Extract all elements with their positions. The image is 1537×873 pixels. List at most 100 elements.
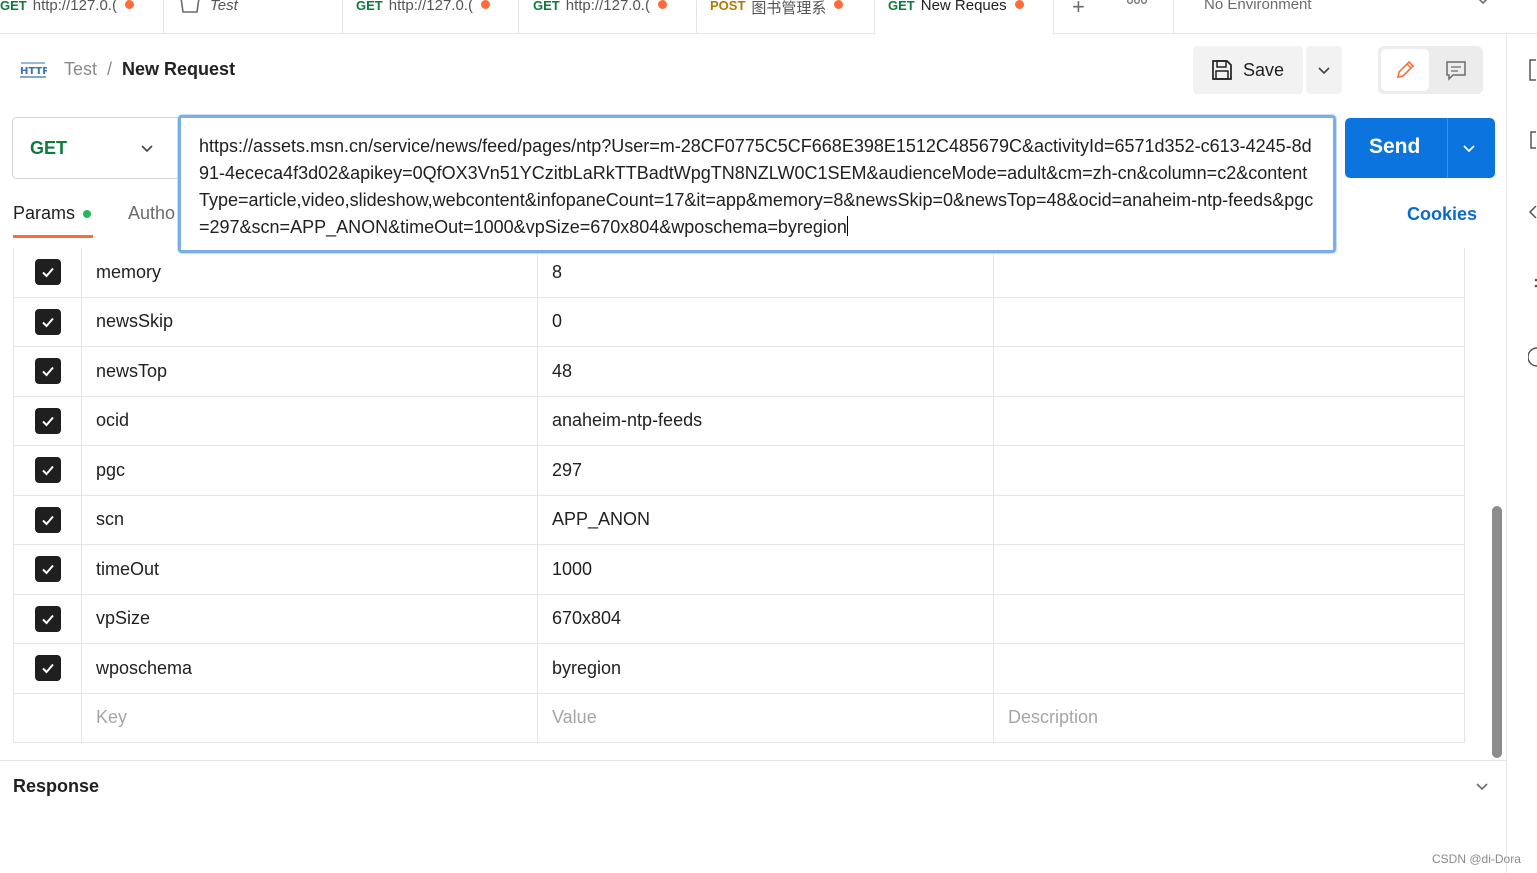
param-description[interactable] bbox=[994, 496, 1464, 545]
url-text: https://assets.msn.cn/service/news/feed/… bbox=[199, 136, 1314, 237]
url-input[interactable]: https://assets.msn.cn/service/news/feed/… bbox=[178, 115, 1336, 253]
param-value[interactable]: 48 bbox=[538, 347, 994, 396]
more-tabs-icon[interactable] bbox=[1126, 0, 1148, 8]
svg-text:HTTP: HTTP bbox=[20, 66, 47, 77]
request-tab-bar: GET http://127.0.( Test GET http://127.0… bbox=[0, 0, 1537, 35]
http-icon: HTTP bbox=[20, 62, 47, 78]
active-indicator-dot-icon bbox=[83, 209, 92, 218]
param-key[interactable]: newsSkip bbox=[82, 297, 538, 346]
checkmark-icon bbox=[41, 268, 54, 278]
new-description-input[interactable]: Description bbox=[994, 694, 1464, 743]
checkmark-icon bbox=[41, 565, 54, 575]
param-checkbox[interactable] bbox=[34, 457, 61, 484]
param-value[interactable]: anaheim-ntp-feeds bbox=[538, 396, 994, 445]
param-checkbox[interactable] bbox=[34, 308, 61, 335]
chevron-down-icon[interactable] bbox=[1461, 140, 1477, 156]
checkbox-cell bbox=[14, 693, 82, 742]
tab-title: http://127.0.( bbox=[565, 0, 650, 14]
breadcrumb: Test / New Request bbox=[64, 59, 235, 80]
checkbox-cell bbox=[14, 545, 82, 594]
comments-button[interactable] bbox=[1432, 49, 1480, 91]
new-tab-icon[interactable]: + bbox=[1072, 0, 1085, 20]
related-icon[interactable] bbox=[1528, 276, 1537, 290]
unsaved-dot-icon bbox=[834, 0, 844, 9]
checkmark-icon bbox=[41, 614, 54, 625]
tab-params[interactable]: Params bbox=[13, 203, 92, 224]
tab-params-label: Params bbox=[13, 203, 76, 223]
chevron-down-icon[interactable] bbox=[1474, 778, 1490, 794]
save-button[interactable]: Save bbox=[1193, 46, 1303, 94]
param-description[interactable] bbox=[994, 248, 1464, 297]
tab-divider bbox=[163, 0, 164, 33]
tab-title: http://127.0.( bbox=[388, 0, 473, 14]
param-value[interactable]: 1000 bbox=[538, 545, 994, 594]
param-value[interactable]: byregion bbox=[538, 644, 994, 693]
param-description[interactable] bbox=[994, 446, 1464, 495]
param-description[interactable] bbox=[994, 595, 1464, 644]
param-checkbox[interactable] bbox=[34, 407, 61, 434]
param-description[interactable] bbox=[994, 545, 1464, 594]
checkmark-icon bbox=[41, 515, 54, 526]
param-checkbox[interactable] bbox=[34, 506, 61, 533]
tab-authorization[interactable]: Autho bbox=[128, 203, 175, 224]
send-divider bbox=[1447, 118, 1448, 178]
method-select[interactable]: GET bbox=[12, 117, 178, 179]
param-key[interactable]: ocid bbox=[82, 396, 538, 445]
param-description[interactable] bbox=[994, 397, 1464, 446]
table-row: newsSkip 0 bbox=[14, 297, 1464, 347]
unsaved-dot-icon bbox=[480, 0, 490, 9]
checkbox-cell bbox=[14, 347, 82, 396]
cookies-link[interactable]: Cookies bbox=[1407, 204, 1477, 225]
save-options-button[interactable] bbox=[1306, 46, 1342, 94]
param-key[interactable]: vpSize bbox=[82, 594, 538, 643]
send-button[interactable]: Send bbox=[1345, 118, 1495, 178]
new-key-input[interactable]: Key bbox=[82, 693, 538, 742]
request-tab[interactable]: GET http://127.0.( bbox=[0, 0, 160, 34]
checkmark-icon bbox=[41, 317, 54, 328]
param-value[interactable]: 670x804 bbox=[538, 594, 994, 643]
info-icon[interactable] bbox=[1528, 130, 1537, 150]
param-checkbox[interactable] bbox=[34, 655, 61, 682]
request-tab[interactable]: POST 图书管理系 bbox=[710, 0, 870, 34]
request-tab[interactable]: GET http://127.0.( bbox=[356, 0, 516, 34]
table-row: newsTop 48 bbox=[14, 347, 1464, 397]
method-label: GET bbox=[30, 137, 68, 158]
param-value[interactable]: 0 bbox=[538, 297, 994, 346]
param-description[interactable] bbox=[994, 644, 1464, 693]
environment-select[interactable]: No Environment bbox=[1204, 0, 1312, 13]
request-name[interactable]: New Request bbox=[122, 59, 235, 80]
breadcrumb-collection[interactable]: Test bbox=[64, 59, 97, 80]
param-checkbox[interactable] bbox=[34, 605, 61, 632]
collection-tab[interactable]: Test bbox=[178, 0, 338, 34]
vertical-scrollbar[interactable] bbox=[1492, 506, 1502, 758]
history-icon[interactable] bbox=[1528, 346, 1537, 368]
new-value-input[interactable]: Value bbox=[538, 693, 994, 742]
right-sidebar-divider bbox=[1506, 34, 1507, 873]
table-row: wposchema byregion bbox=[14, 644, 1464, 694]
param-key[interactable]: scn bbox=[82, 495, 538, 544]
param-key[interactable]: memory bbox=[82, 248, 538, 297]
edit-mode-button[interactable] bbox=[1381, 49, 1429, 91]
save-label: Save bbox=[1243, 59, 1285, 80]
param-key[interactable]: pgc bbox=[82, 446, 538, 495]
param-checkbox[interactable] bbox=[34, 259, 61, 286]
param-checkbox[interactable] bbox=[34, 358, 61, 385]
param-value[interactable]: APP_ANON bbox=[538, 495, 994, 544]
checkbox-cell bbox=[14, 446, 82, 495]
tab-method: GET bbox=[0, 0, 27, 13]
param-value[interactable]: 297 bbox=[538, 446, 994, 495]
param-description[interactable] bbox=[994, 347, 1464, 396]
param-key[interactable]: wposchema bbox=[82, 644, 538, 693]
chevron-down-icon[interactable] bbox=[1475, 0, 1491, 8]
param-key[interactable]: newsTop bbox=[82, 347, 538, 396]
checkbox-cell bbox=[14, 396, 82, 445]
request-tab-active[interactable]: GET New Reques bbox=[874, 0, 1054, 35]
param-description[interactable] bbox=[994, 298, 1464, 347]
code-icon[interactable] bbox=[1528, 204, 1537, 220]
chevron-down-icon bbox=[1318, 67, 1330, 75]
documentation-icon[interactable] bbox=[1528, 58, 1537, 82]
param-value[interactable]: 8 bbox=[538, 248, 994, 297]
param-key[interactable]: timeOut bbox=[82, 545, 538, 594]
request-tab[interactable]: GET http://127.0.( bbox=[533, 0, 693, 34]
param-checkbox[interactable] bbox=[34, 556, 61, 583]
